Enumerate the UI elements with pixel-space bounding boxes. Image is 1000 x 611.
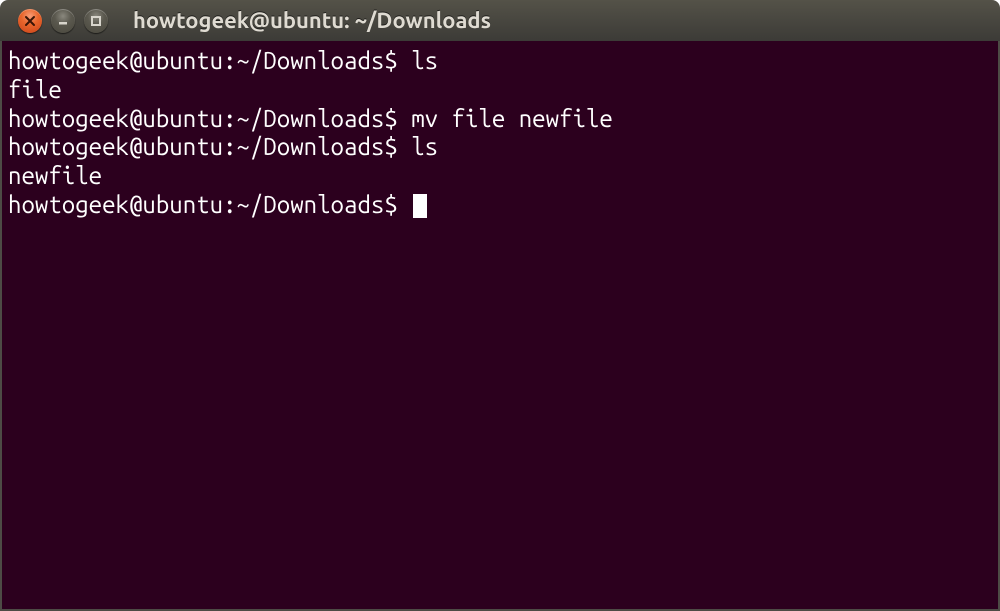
window-titlebar[interactable]: howtogeek@ubuntu: ~/Downloads	[0, 0, 1000, 41]
output-line: newfile	[8, 162, 102, 189]
command-input: mv file newfile	[411, 105, 613, 132]
terminal-output: howtogeek@ubuntu:~/Downloads$ lsfilehowt…	[8, 47, 992, 220]
output-line: file	[8, 76, 62, 103]
close-icon	[24, 15, 36, 27]
prompt: howtogeek@ubuntu:~/Downloads$	[8, 191, 411, 218]
minimize-button[interactable]	[51, 9, 75, 33]
maximize-button[interactable]	[84, 9, 108, 33]
minimize-icon	[57, 15, 69, 27]
prompt: howtogeek@ubuntu:~/Downloads$	[8, 47, 411, 74]
close-button[interactable]	[18, 9, 42, 33]
window-title: howtogeek@ubuntu: ~/Downloads	[133, 8, 491, 33]
terminal-window: howtogeek@ubuntu: ~/Downloads howtogeek@…	[0, 0, 1000, 611]
maximize-icon	[90, 15, 102, 27]
cursor	[413, 194, 427, 218]
prompt: howtogeek@ubuntu:~/Downloads$	[8, 105, 411, 132]
command-input: ls	[411, 47, 438, 74]
terminal-body[interactable]: howtogeek@ubuntu:~/Downloads$ lsfilehowt…	[0, 41, 1000, 611]
prompt: howtogeek@ubuntu:~/Downloads$	[8, 133, 411, 160]
command-input: ls	[411, 133, 438, 160]
